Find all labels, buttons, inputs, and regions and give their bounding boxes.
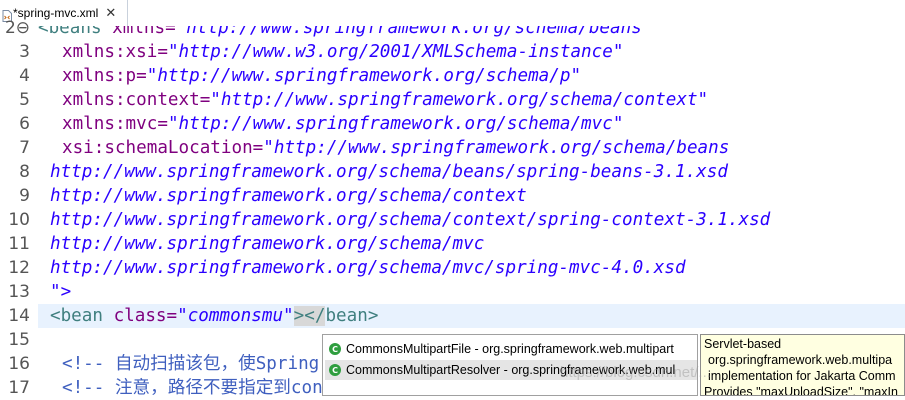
class-icon: C — [329, 343, 341, 355]
line-number: 10 — [8, 210, 30, 230]
code-line: xmlns:context="http://www.springframewor… — [62, 90, 709, 110]
line-number: 4 — [19, 66, 30, 86]
line-number: 3 — [19, 42, 30, 62]
doc-line: Servlet-based — [704, 337, 782, 351]
class-icon: C — [329, 364, 341, 376]
code-line: "> — [50, 282, 72, 302]
code-line: xmlns:mvc="http://www.springframework.or… — [62, 114, 624, 134]
autocomplete-item-label: CommonsMultipartFile - org.springframewo… — [346, 342, 674, 356]
line-number: 13 — [8, 282, 30, 302]
line-number: 14 — [8, 306, 30, 326]
code-line: xmlns:xsi="http://www.w3.org/2001/XMLSch… — [62, 42, 624, 62]
line-number: 2⊖ — [4, 18, 30, 38]
line-number: 12 — [8, 258, 30, 278]
code-line: http://www.springframework.org/schema/mv… — [50, 258, 686, 278]
line-number: 16 — [8, 354, 30, 374]
doc-line: org.springframework.web.multipa — [708, 353, 893, 367]
code-line: <!-- 注意，路径不要指定到con — [62, 378, 323, 396]
line-number: 8 — [19, 162, 30, 182]
doc-line: implementation for Jakarta Comm — [708, 369, 896, 383]
line-number: 7 — [19, 138, 30, 158]
line-number: 5 — [19, 90, 30, 110]
javadoc-popup: Servlet-based org.springframework.web.mu… — [700, 334, 905, 396]
code-line: <!-- 自动扫描该包，使Spring — [62, 354, 320, 374]
code-line: xsi:schemaLocation="http://www.springfra… — [62, 138, 730, 158]
editor-tab-bar: *spring-mvc.xml ✕ — [0, 0, 905, 26]
line-number-gutter: 2⊖ 3 4 5 6 7 8 9 10 11 12 13 14 15 16 17 — [0, 18, 34, 398]
doc-line: Provides "maxUploadSize", "maxIn — [704, 385, 898, 396]
line-number: 9 — [19, 186, 30, 206]
code-line: http://www.springframework.org/schema/mv… — [50, 234, 485, 254]
code-line: http://www.springframework.org/schema/be… — [50, 162, 728, 182]
line-number: 6 — [19, 114, 30, 134]
line-number: 11 — [8, 234, 30, 254]
current-code-line: <bean class="commonsmu"></bean> — [38, 304, 905, 328]
code-line: http://www.springframework.org/schema/co… — [50, 186, 527, 206]
close-icon[interactable]: ✕ — [105, 6, 116, 21]
line-number: 17 — [8, 378, 30, 398]
code-line: <beans xmlns="http://www.springframework… — [38, 26, 653, 38]
code-line: http://www.springframework.org/schema/co… — [50, 210, 771, 230]
line-number: 15 — [8, 330, 30, 350]
code-line: xmlns:p="http://www.springframework.org/… — [62, 66, 582, 86]
watermark: https://blog.csdn.net/... — [560, 364, 711, 381]
autocomplete-item[interactable]: C CommonsMultipartFile - org.springframe… — [325, 339, 697, 359]
